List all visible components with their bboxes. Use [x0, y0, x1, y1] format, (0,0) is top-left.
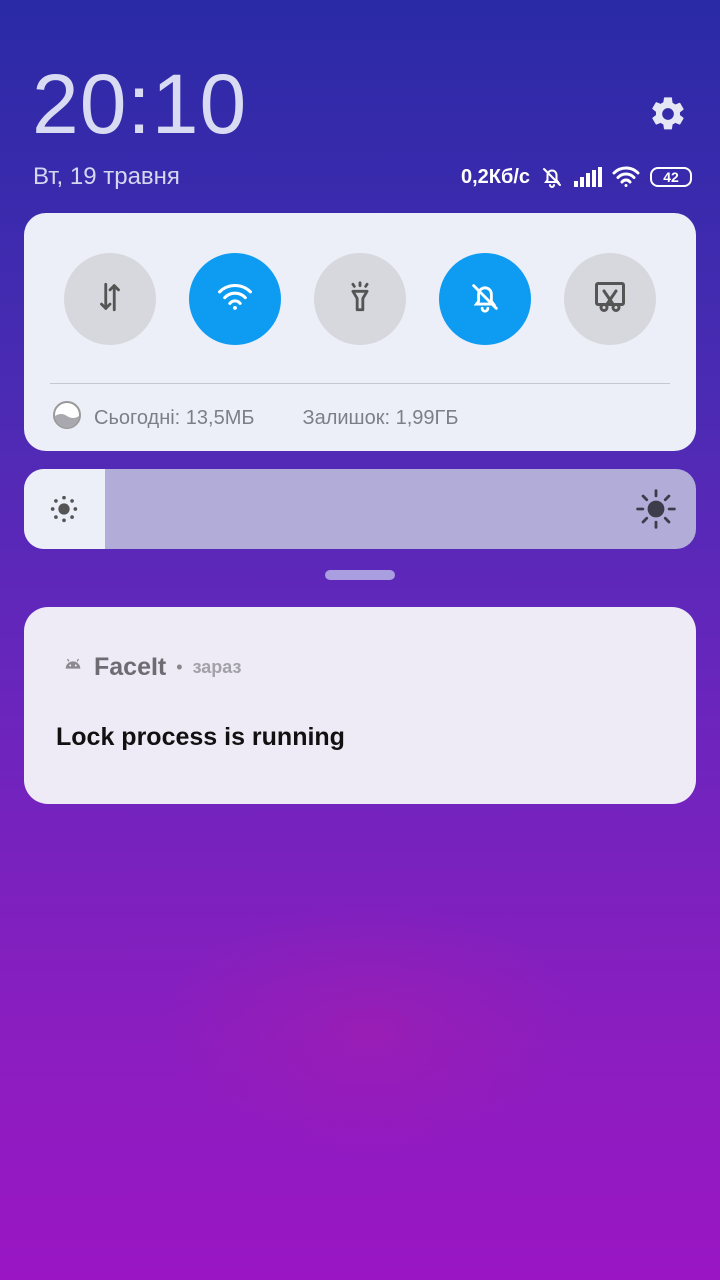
- notification-app-name: FaceIt: [94, 653, 167, 681]
- toggle-silent[interactable]: [439, 253, 531, 345]
- drag-handle[interactable]: [325, 570, 395, 580]
- notification-title: Lock process is running: [56, 723, 345, 751]
- toggle-flashlight[interactable]: [314, 253, 406, 345]
- notification-header: FaceIt • зараз: [62, 653, 241, 682]
- brightness-low-icon: [46, 491, 82, 527]
- data-transfer-icon: [93, 280, 127, 319]
- signal-icon: [574, 167, 602, 187]
- notification-card[interactable]: FaceIt • зараз Lock process is running: [24, 607, 696, 804]
- battery-level: 42: [663, 169, 679, 185]
- toggle-screenshot[interactable]: [564, 253, 656, 345]
- status-bar: 0,2Кб/с 42: [461, 162, 692, 192]
- network-speed: 0,2Кб/с: [460, 165, 530, 188]
- toggle-wifi[interactable]: [189, 253, 281, 345]
- brightness-high-icon: [634, 487, 678, 531]
- android-app-icon: [62, 654, 84, 681]
- settings-gear-icon[interactable]: [646, 92, 690, 136]
- bell-off-icon: [540, 165, 564, 189]
- clock: 20:10: [32, 57, 248, 151]
- toggle-mobile-data[interactable]: [64, 253, 156, 345]
- background-glow: [160, 900, 580, 1160]
- data-usage-row[interactable]: Сьогодні: 13,5МБ Залишок: 1,99ГБ: [52, 400, 459, 436]
- notification-time: зараз: [192, 657, 242, 677]
- brightness-slider[interactable]: [24, 469, 696, 549]
- separator-dot: •: [176, 657, 183, 677]
- usage-remaining: Залишок: 1,99ГБ: [302, 406, 459, 429]
- flashlight-icon: [343, 280, 377, 319]
- quick-settings-panel: Сьогодні: 13,5МБ Залишок: 1,99ГБ: [24, 213, 696, 451]
- screenshot-icon: [592, 279, 628, 320]
- bell-off-icon: [468, 280, 502, 319]
- usage-today: Сьогодні: 13,5МБ: [94, 406, 255, 429]
- battery-icon: 42: [650, 167, 692, 187]
- wifi-icon: [612, 166, 640, 188]
- data-usage-icon: [52, 400, 82, 436]
- wifi-icon: [217, 282, 253, 317]
- date-label: Вт, 19 травня: [33, 163, 180, 190]
- panel-divider: [50, 383, 670, 384]
